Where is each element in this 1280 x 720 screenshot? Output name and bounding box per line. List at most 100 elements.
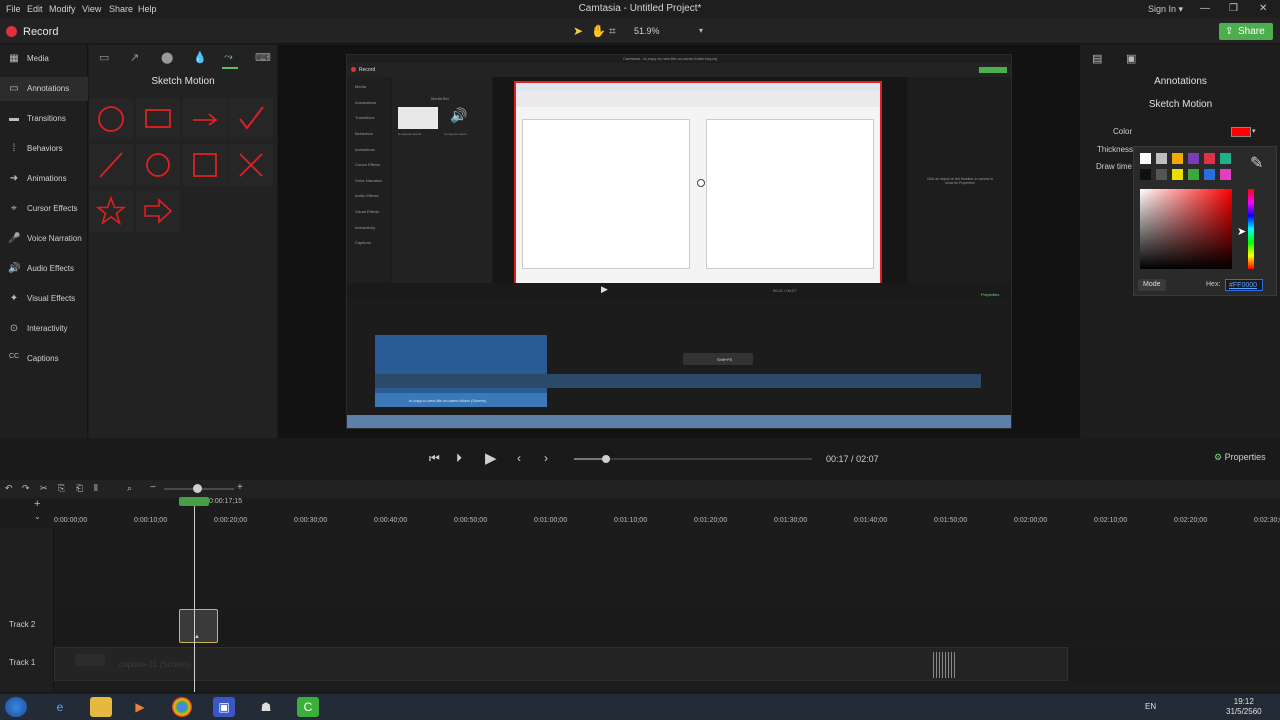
annotation-props-icon[interactable]: ▣ xyxy=(1126,52,1136,65)
zoom-out-icon[interactable]: − xyxy=(150,482,156,493)
folder-icon[interactable] xyxy=(90,697,112,717)
minimize-icon[interactable]: — xyxy=(1200,3,1210,14)
restore-icon[interactable]: ❐ xyxy=(1229,3,1238,14)
prev-icon[interactable]: ‹ xyxy=(517,451,521,465)
zoom-level[interactable]: 51.9% xyxy=(634,26,660,36)
timeline-zoom-handle[interactable] xyxy=(193,484,202,493)
playhead-handle[interactable] xyxy=(179,497,209,506)
swatch[interactable] xyxy=(1156,169,1167,180)
keystroke-tab-icon[interactable]: ⌨ xyxy=(255,51,271,64)
sketch-square[interactable] xyxy=(183,144,227,186)
callouts-tab-icon[interactable]: ▭ xyxy=(99,51,109,64)
sidebar-item[interactable]: ⊙ Interactivity xyxy=(0,317,88,341)
swatch[interactable] xyxy=(1188,153,1199,164)
sketch-ellipse[interactable] xyxy=(136,144,180,186)
system-clock[interactable]: 19:12 31/5/2560 xyxy=(1226,697,1262,717)
zoom-dropdown-icon[interactable]: ▾ xyxy=(699,26,703,35)
sidebar-item[interactable]: ➜ Animations xyxy=(0,167,88,191)
time-ruler[interactable]: 0:00:00;00 0:00:10;00 0:00:20;00 0:00:30;00… xyxy=(54,510,1280,528)
eyedropper-icon[interactable]: ✎ xyxy=(1250,153,1263,173)
share-button[interactable]: ⇪ Share xyxy=(1219,23,1273,40)
sketch-circle[interactable] xyxy=(89,98,133,140)
sign-in-button[interactable]: Sign In ▾ xyxy=(1148,4,1183,15)
sidebar-item[interactable]: ✦ Visual Effects xyxy=(0,287,88,311)
recording-frame[interactable] xyxy=(514,81,882,286)
sidebar-item[interactable]: ⁞ Behaviors xyxy=(0,137,88,161)
blur-tab-icon[interactable]: 💧 xyxy=(193,51,207,64)
collapse-icon[interactable]: ⌄ xyxy=(34,512,41,521)
redo-icon[interactable]: ↷ xyxy=(22,483,30,494)
browser-icon[interactable]: e xyxy=(49,697,71,717)
record-button[interactable]: Record xyxy=(23,26,58,38)
chrome-icon[interactable] xyxy=(172,697,192,717)
swatch[interactable] xyxy=(1140,169,1151,180)
add-track-icon[interactable]: + xyxy=(34,498,40,510)
track-1-label[interactable]: Track 1 xyxy=(9,658,35,667)
sketch-line[interactable] xyxy=(89,144,133,186)
copy-icon[interactable]: ⎘ xyxy=(58,483,65,494)
playhead-line[interactable] xyxy=(194,500,195,692)
track-2-row[interactable]: ▲ xyxy=(54,608,1280,644)
undo-icon[interactable]: ↶ xyxy=(5,483,13,494)
split-icon[interactable]: ⫴ xyxy=(94,483,98,494)
paste-icon[interactable]: ⎗ xyxy=(76,483,83,494)
hex-input[interactable]: #FF0000 xyxy=(1225,279,1263,291)
track-2-label[interactable]: Track 2 xyxy=(9,620,35,629)
play-icon[interactable]: ▶ xyxy=(485,449,497,467)
saturation-picker[interactable] xyxy=(1140,189,1232,269)
previous-frame-icon[interactable]: ⏵ xyxy=(456,451,462,466)
sidebar-item[interactable]: CC Captions xyxy=(0,347,88,371)
sketch-motion-clip[interactable]: ▲ xyxy=(179,609,218,643)
color-swatch-button[interactable] xyxy=(1231,127,1251,137)
sidebar-item[interactable]: 🔊 Audio Effects xyxy=(0,257,88,281)
sidebar-item[interactable]: ⌖ Cursor Effects xyxy=(0,197,88,221)
sketch-checkmark[interactable] xyxy=(229,98,273,140)
cut-icon[interactable]: ✂ xyxy=(40,483,48,494)
select-tool-icon[interactable]: ➤ xyxy=(573,24,583,38)
sketch-block-arrow[interactable] xyxy=(136,190,180,232)
screen-clip[interactable]: capture-21 (Screen) xyxy=(54,647,1068,681)
canvas-preview[interactable]: Camtasia - tc-copy-to-new-file-on-same-f… xyxy=(346,54,1012,429)
zoom-search-icon[interactable]: ⌕ xyxy=(127,483,132,494)
language-indicator[interactable]: EN xyxy=(1145,702,1156,711)
sidebar-item[interactable]: ▭ Annotations xyxy=(0,77,88,101)
crop-tool-icon[interactable]: ⌗ xyxy=(609,24,616,39)
sidebar-item[interactable]: ▦ Media xyxy=(0,47,88,71)
camtasia-icon[interactable]: C xyxy=(297,697,319,717)
swatch[interactable] xyxy=(1220,153,1231,164)
track-1-row[interactable]: capture-21 (Screen) xyxy=(54,646,1280,682)
sketch-rectangle[interactable] xyxy=(136,98,180,140)
pan-tool-icon[interactable]: ✋ xyxy=(591,24,606,38)
record-icon[interactable] xyxy=(6,26,17,37)
sidebar-item[interactable]: ▬ Transitions xyxy=(0,107,88,131)
swatch[interactable] xyxy=(1140,153,1151,164)
start-button-icon[interactable] xyxy=(5,697,27,717)
cat-icon[interactable]: ☗ xyxy=(255,697,277,717)
sidebar-item[interactable]: 🎤 Voice Narration xyxy=(0,227,88,251)
sketch-arrow[interactable] xyxy=(183,98,227,140)
color-dropdown-icon[interactable]: ▾ xyxy=(1252,127,1256,135)
media-player-icon[interactable]: ▶ xyxy=(129,697,151,717)
next-icon[interactable]: › xyxy=(544,451,548,465)
step-back-icon[interactable]: ⏮ xyxy=(429,451,440,466)
properties-button[interactable]: ⚙ Properties xyxy=(1214,452,1266,463)
close-icon[interactable]: ✕ xyxy=(1259,3,1267,14)
hue-slider[interactable] xyxy=(1248,189,1254,269)
visual-props-icon[interactable]: ▤ xyxy=(1092,52,1102,65)
resize-handle[interactable] xyxy=(697,179,705,187)
swatch[interactable] xyxy=(1172,169,1183,180)
swatch[interactable] xyxy=(1220,169,1231,180)
sketch-star[interactable] xyxy=(89,190,133,232)
swatch[interactable] xyxy=(1188,169,1199,180)
sketch-tab-icon[interactable]: ⤳ xyxy=(224,51,233,64)
scrub-handle[interactable] xyxy=(601,455,610,463)
swatch[interactable] xyxy=(1204,169,1215,180)
swatch[interactable] xyxy=(1204,153,1215,164)
mode-button[interactable]: Mode xyxy=(1138,279,1166,291)
sketch-cross[interactable] xyxy=(229,144,273,186)
shapes-tab-icon[interactable]: ⬤ xyxy=(161,51,173,64)
commander-icon[interactable]: ▣ xyxy=(213,697,235,717)
swatch[interactable] xyxy=(1172,153,1183,164)
swatch[interactable] xyxy=(1156,153,1167,164)
arrows-tab-icon[interactable]: ↗ xyxy=(130,51,139,64)
